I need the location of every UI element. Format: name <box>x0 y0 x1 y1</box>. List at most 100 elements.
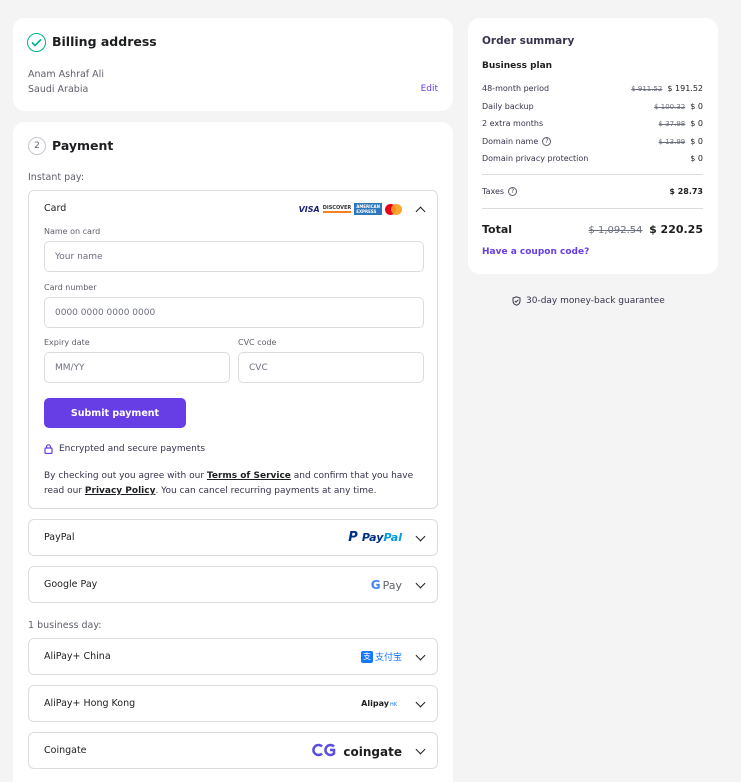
summary-row-old-price: $ 911.52 <box>631 84 663 93</box>
summary-row-label: 48-month period <box>482 83 550 93</box>
terms-text: By checking out you agree with our Terms… <box>44 469 424 499</box>
card-number-label: Card number <box>44 283 97 292</box>
privacy-policy-link[interactable]: Privacy Policy <box>85 486 156 496</box>
expand-chevron-icon[interactable] <box>415 744 426 755</box>
coingate-label: Coingate <box>44 745 87 756</box>
cvc-code-label: CVC code <box>238 338 277 347</box>
summary-row-price: $ 191.52 <box>667 83 703 93</box>
step-number: 2 <box>28 137 46 155</box>
summary-row: Domain name? $ 13.99 $ 0 <box>482 135 703 147</box>
google-pay-logo: G Pay <box>371 578 402 592</box>
expand-chevron-icon[interactable] <box>415 697 426 708</box>
coingate-option[interactable]: Coingate coingate <box>28 732 438 769</box>
alipay-china-label: AliPay+ China <box>44 651 111 662</box>
paypal-option[interactable]: PayPal P PayPal <box>28 519 438 556</box>
alipay-hk-label: AliPay+ Hong Kong <box>44 698 136 709</box>
cvc-code-input[interactable]: CVC <box>238 352 424 383</box>
summary-row-label: Domain privacy protection <box>482 153 589 163</box>
taxes-label: Taxes <box>482 186 505 196</box>
edit-billing-link[interactable]: Edit <box>421 84 438 94</box>
paypal-label: PayPal <box>44 532 75 543</box>
paypal-p-icon: P <box>348 530 358 545</box>
check-circle-icon <box>27 33 46 52</box>
paypal-logo: P PayPal <box>348 530 402 545</box>
summary-row-price: $ 0 <box>690 153 703 163</box>
payment-title: Payment <box>52 138 114 153</box>
summary-row: 2 extra months $ 37.98 $ 0 <box>482 117 703 129</box>
alipay-hk-logo: Alipay HK <box>361 699 397 708</box>
help-icon[interactable]: ? <box>508 186 518 196</box>
total-old-price: $ 1,092.54 <box>588 224 643 236</box>
mastercard-logo-icon <box>385 203 402 215</box>
submit-payment-button[interactable]: Submit payment <box>44 398 186 428</box>
total-row: Total $ 1,092.54 $ 220.25 <box>482 221 703 237</box>
card-payment-section: Card VISA DISCOVER AMERICAN EXPRESS Name … <box>28 190 438 509</box>
collapse-chevron-icon[interactable] <box>415 206 426 217</box>
billing-title: Billing address <box>52 34 157 49</box>
summary-row-price: $ 0 <box>690 101 703 111</box>
discover-logo-icon: DISCOVER <box>322 205 352 213</box>
order-summary-title: Order summary <box>482 35 575 47</box>
google-pay-word: Pay <box>382 578 402 592</box>
card-label: Card <box>44 203 67 214</box>
google-g-icon: G <box>370 578 381 592</box>
summary-row-label: Daily backup <box>482 101 534 111</box>
google-pay-label: Google Pay <box>44 579 98 590</box>
instant-pay-label: Instant pay: <box>28 172 85 183</box>
alipay-hk-option[interactable]: AliPay+ Hong Kong Alipay HK <box>28 685 438 722</box>
card-number-input[interactable]: 0000 0000 0000 0000 <box>44 297 424 328</box>
alipay-china-logo-text: 支付宝 <box>374 653 402 663</box>
visa-logo-icon: VISA <box>298 204 320 214</box>
name-on-card-input[interactable]: Your name <box>44 241 424 272</box>
alipay-hk-logo-text: Alipay <box>361 699 389 708</box>
money-back-guarantee: 30-day money-back guarantee <box>512 291 665 310</box>
summary-row-old-price: $ 37.98 <box>658 119 686 128</box>
coingate-mark-icon <box>311 742 337 761</box>
expand-chevron-icon[interactable] <box>415 531 426 542</box>
order-summary-card: Order summary Business plan 48-month per… <box>468 18 718 274</box>
taxes-value: $ 28.73 <box>669 186 703 196</box>
summary-row-price: $ 0 <box>690 136 703 146</box>
summary-row-old-price: $ 100.32 <box>654 102 686 111</box>
shield-check-icon <box>512 291 521 310</box>
billing-name: Anam Ashraf Ali <box>28 69 104 80</box>
terms-of-service-link[interactable]: Terms of Service <box>207 471 291 481</box>
name-on-card-label: Name on card <box>44 227 101 236</box>
google-pay-option[interactable]: Google Pay G Pay <box>28 566 438 603</box>
alipay-hk-suffix: HK <box>389 702 397 708</box>
summary-row-old-price: $ 13.99 <box>658 137 686 146</box>
payment-card: 2 Payment Instant pay: Card VISA DISCOVE… <box>13 122 453 782</box>
coingate-logo: coingate <box>311 742 402 761</box>
secure-payments-text: Encrypted and secure payments <box>59 443 206 454</box>
business-day-label: 1 business day: <box>28 620 102 631</box>
lock-icon <box>44 439 53 458</box>
terms-prefix: By checking out you agree with our <box>44 471 207 481</box>
summary-row-price: $ 0 <box>690 118 703 128</box>
taxes-row: Taxes? $ 28.73 <box>482 185 703 197</box>
amex-logo-icon: AMERICAN EXPRESS <box>354 203 382 215</box>
summary-row-label: 2 extra months <box>482 118 544 128</box>
summary-row: 48-month period $ 911.52 $ 191.52 <box>482 82 703 94</box>
alipay-china-option[interactable]: AliPay+ China 支 支付宝 <box>28 638 438 675</box>
terms-suffix: . You can cancel recurring payments at a… <box>155 486 377 496</box>
expand-chevron-icon[interactable] <box>415 650 426 661</box>
expand-chevron-icon[interactable] <box>415 578 426 589</box>
secure-payments-note: Encrypted and secure payments <box>44 439 205 458</box>
billing-country: Saudi Arabia <box>28 84 89 95</box>
coingate-logo-text: coingate <box>343 744 402 759</box>
summary-row-label: Domain name <box>482 136 539 146</box>
coupon-link[interactable]: Have a coupon code? <box>482 247 589 257</box>
billing-address-card: Billing address Anam Ashraf Ali Saudi Ar… <box>13 18 453 111</box>
alipay-mark-icon: 支 <box>360 650 373 663</box>
summary-row: Domain privacy protection $ 0 <box>482 152 703 164</box>
expiry-date-input[interactable]: MM/YY <box>44 352 230 383</box>
alipay-china-logo: 支 支付宝 <box>360 650 402 663</box>
plan-name: Business plan <box>482 61 553 71</box>
card-brand-logos: VISA DISCOVER AMERICAN EXPRESS <box>299 203 402 215</box>
summary-divider <box>482 174 703 175</box>
expiry-date-label: Expiry date <box>44 338 90 347</box>
help-icon[interactable]: ? <box>542 136 552 146</box>
summary-divider <box>482 208 703 209</box>
paypal-logo-pay: Pay <box>361 531 384 544</box>
total-new-price: $ 220.25 <box>649 222 703 236</box>
